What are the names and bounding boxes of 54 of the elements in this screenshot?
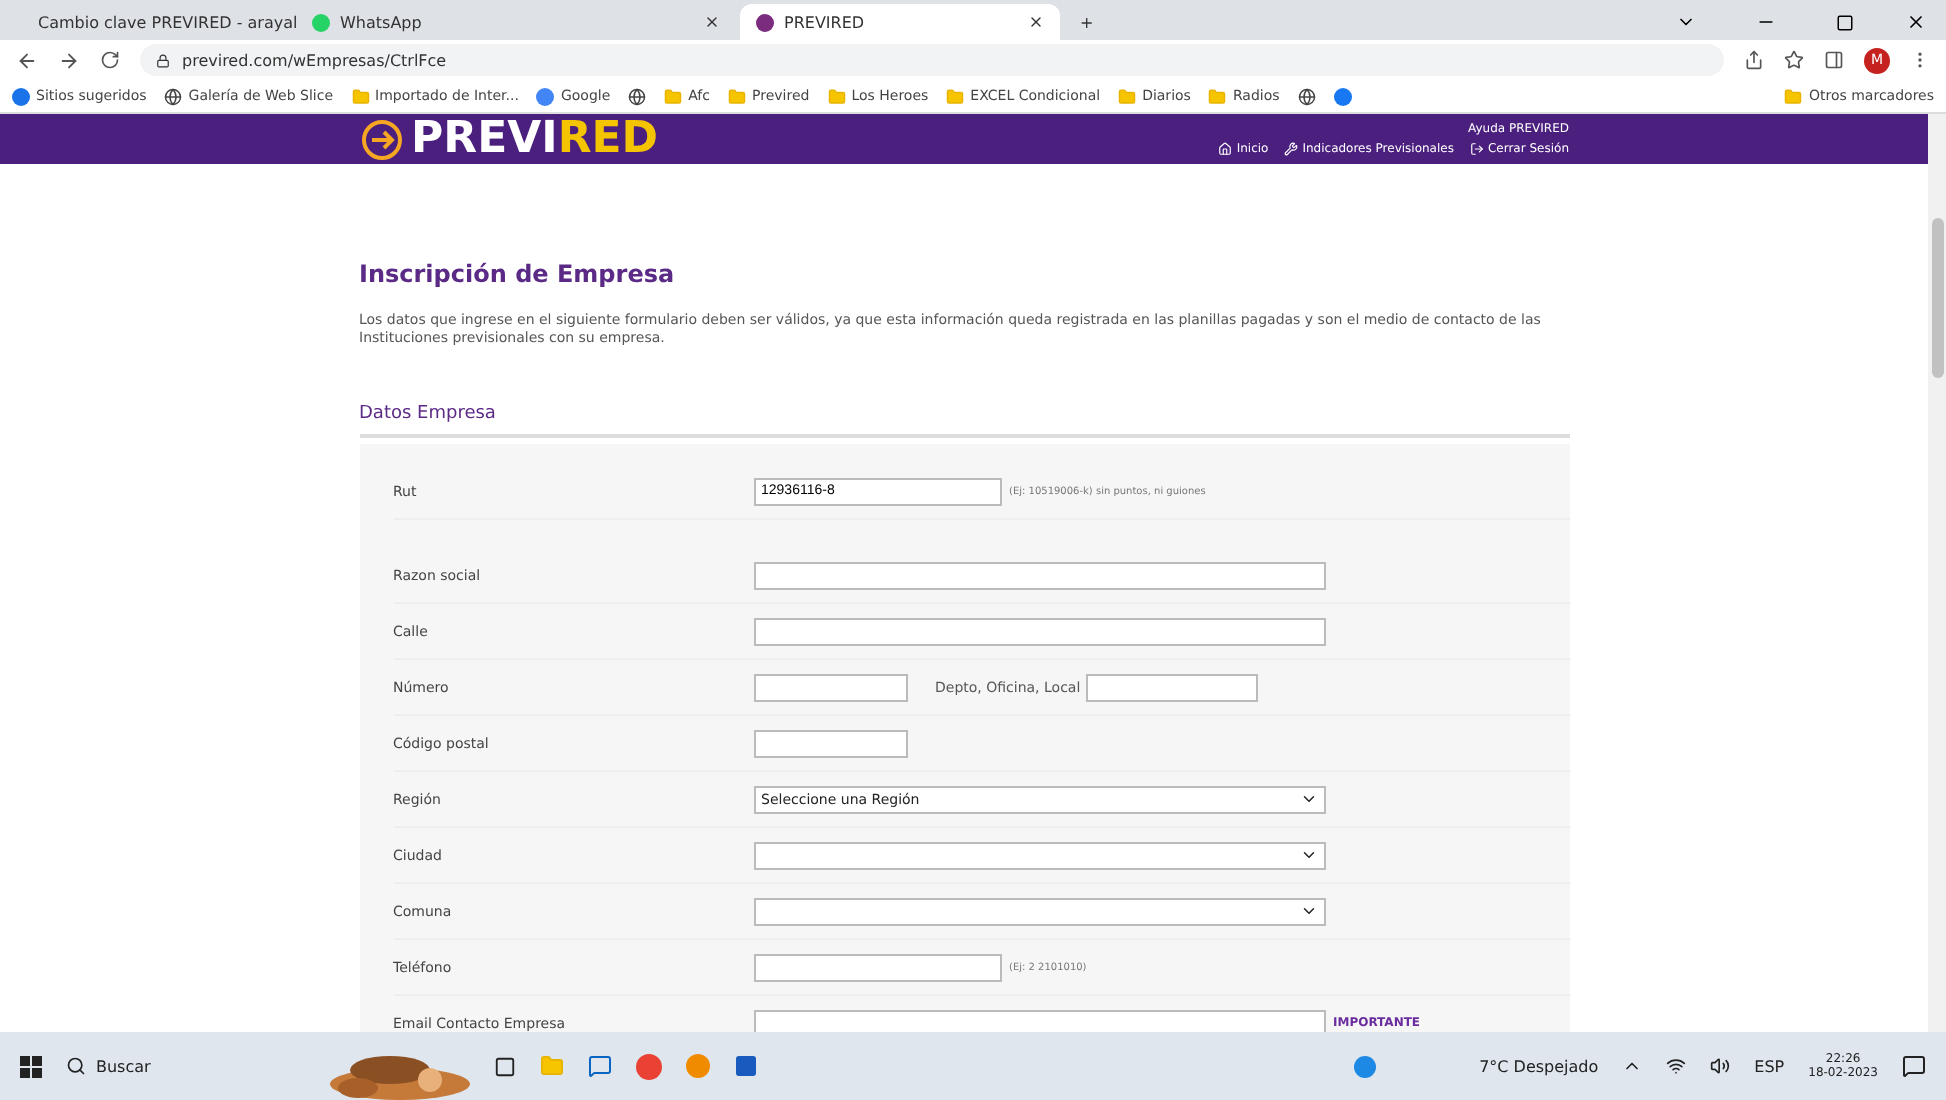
tab-favicon (312, 13, 330, 31)
browser-tab[interactable]: Cambio clave PREVIRED - arayal (12, 4, 292, 40)
folder-icon (1784, 87, 1803, 105)
browser-tab[interactable]: WhatsApp (296, 4, 736, 40)
tab-favicon (756, 13, 774, 31)
volume-icon[interactable] (1710, 1056, 1731, 1076)
taskbar-search[interactable]: Buscar (66, 1056, 306, 1076)
chevron-icon (1299, 846, 1317, 864)
close-icon[interactable] (704, 14, 720, 30)
input-field[interactable] (753, 1009, 1325, 1032)
input-field[interactable] (753, 729, 907, 757)
weather-text[interactable]: 7°C Despejado (1479, 1057, 1599, 1075)
input-field[interactable] (1086, 673, 1259, 701)
logout-icon (1469, 142, 1484, 156)
close-icon[interactable] (1028, 14, 1044, 30)
input-field[interactable] (753, 673, 907, 701)
network-icon[interactable] (1666, 1056, 1687, 1076)
input-field[interactable] (753, 561, 1325, 589)
new-tab-button[interactable]: + (1064, 4, 1112, 40)
folder-icon (664, 87, 683, 105)
task-view-icon[interactable] (494, 1055, 516, 1077)
maximize-icon[interactable] (1836, 14, 1854, 32)
close-icon[interactable] (1906, 12, 1926, 32)
globe-icon (164, 87, 183, 105)
windows-icon[interactable] (20, 1055, 42, 1077)
logo[interactable]: PREVIRED (359, 114, 659, 164)
language-indicator[interactable]: ESP (1754, 1057, 1785, 1075)
globe-icon (628, 87, 647, 105)
folder-icon (1208, 87, 1227, 105)
input-field[interactable] (753, 617, 1325, 645)
reload-icon[interactable] (100, 50, 120, 70)
forward-icon[interactable] (58, 49, 80, 71)
folder-icon (827, 87, 846, 105)
scrollbar[interactable] (1928, 114, 1946, 1032)
wrench-icon (1284, 142, 1299, 156)
back-icon[interactable] (16, 49, 38, 71)
home-icon (1218, 142, 1233, 156)
notifications-icon[interactable] (1902, 1054, 1926, 1078)
page-title: Inscripción de Empresa (359, 260, 677, 288)
address-bar[interactable]: previred.com/wEmpresas/CtrlFce (140, 44, 1724, 76)
folder-icon (1118, 87, 1137, 105)
search-icon (66, 1056, 86, 1076)
share-icon[interactable] (1744, 50, 1764, 70)
globe-icon (1297, 87, 1316, 105)
star-icon[interactable] (1784, 50, 1804, 70)
input-field[interactable] (753, 953, 1001, 981)
side-panel-icon[interactable] (1824, 50, 1844, 70)
chevron-icon (1299, 902, 1317, 920)
chevron-icon (1299, 790, 1317, 808)
folder-icon (351, 87, 370, 105)
browser-tab[interactable]: PREVIRED (740, 4, 1060, 40)
section-heading: Datos Empresa (359, 404, 1569, 438)
folder-icon (728, 87, 746, 105)
folder-icon (946, 87, 965, 105)
